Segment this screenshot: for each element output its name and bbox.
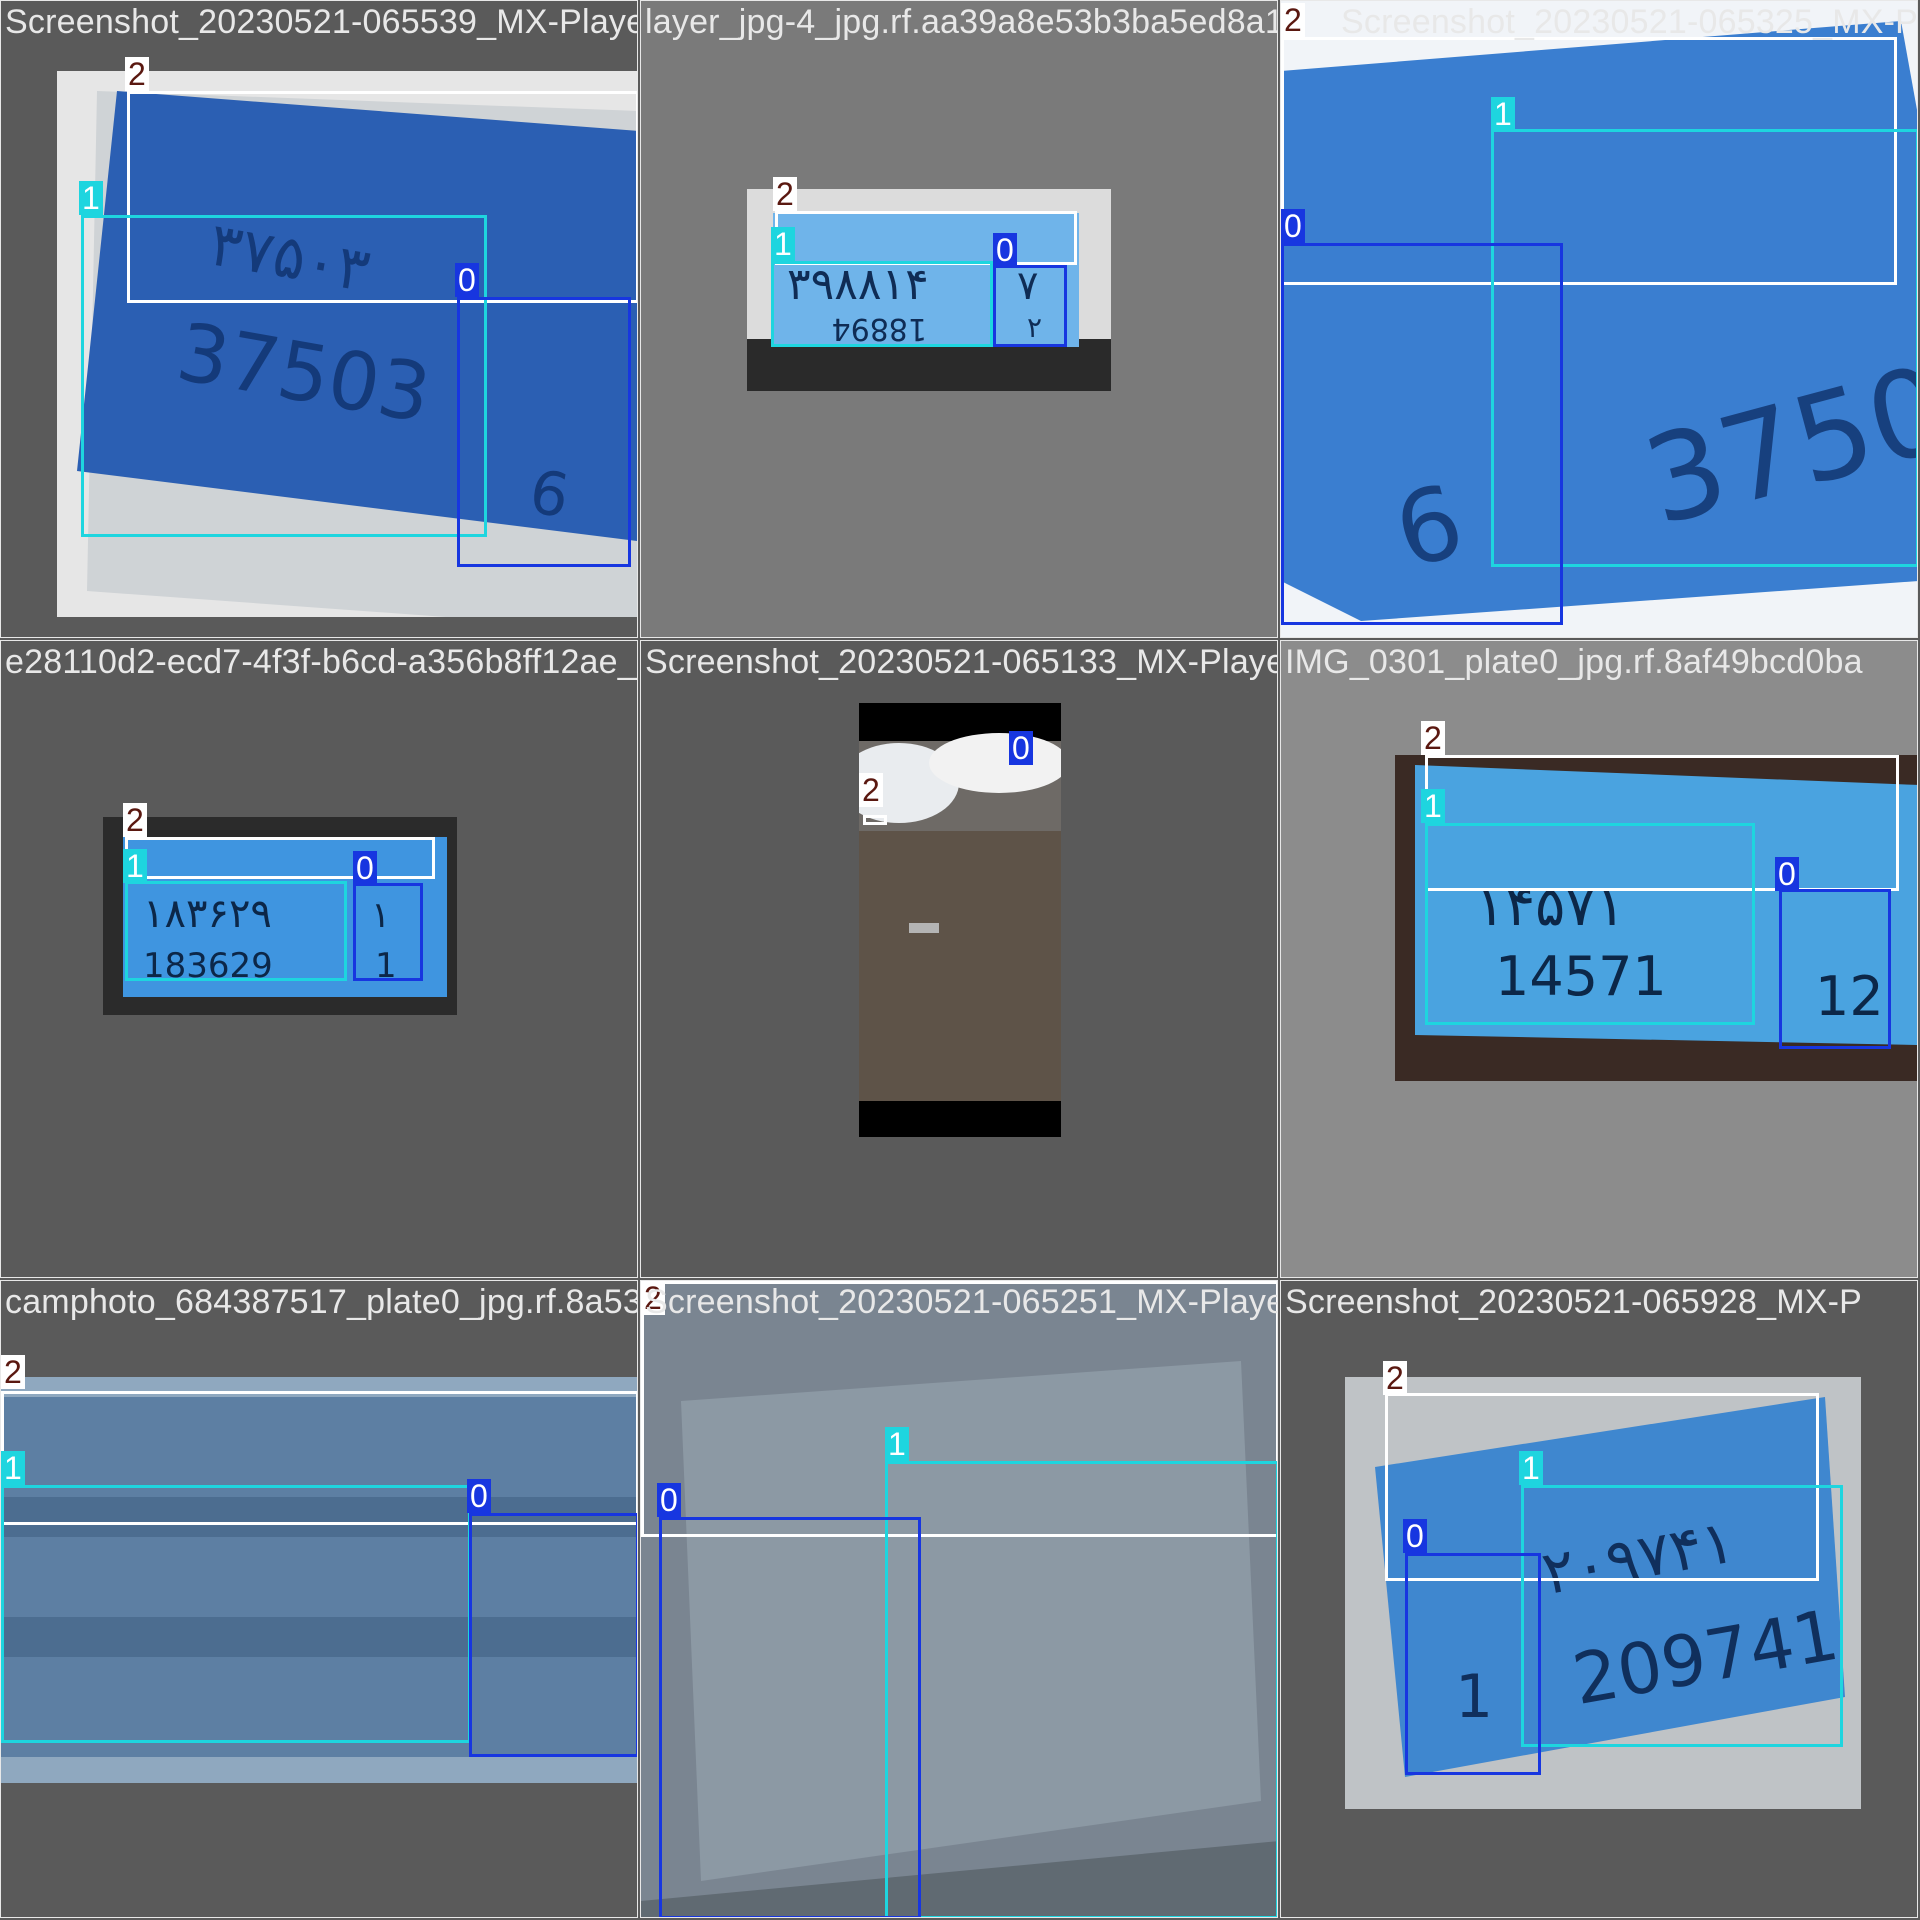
mosaic-tile: Screenshot_20230521-065251_MX-Player_jpg… — [640, 1280, 1278, 1918]
class-label-1: 1 — [885, 1427, 909, 1461]
street-image — [859, 703, 1061, 1137]
mosaic-tile: Screenshot_20230521-065133_MX-Player_jpg… — [640, 640, 1278, 1278]
mosaic-tile: camphoto_684387517_plate0_jpg.rf.8a53a98… — [0, 1280, 638, 1918]
bbox-class-0 — [469, 1513, 637, 1757]
class-label-0: 0 — [1009, 731, 1033, 765]
bbox-class-0 — [1779, 889, 1891, 1049]
tile-title: Screenshot_20230521-065133_MX-Player_jpg — [645, 643, 1278, 681]
bbox-class-1 — [1521, 1485, 1843, 1747]
class-label-0: 0 — [1775, 857, 1799, 891]
bbox-class-1 — [1, 1485, 471, 1743]
class-label-1: 1 — [79, 181, 103, 215]
bbox-class-0 — [993, 265, 1067, 347]
bbox-class-2 — [125, 837, 435, 879]
tile-title: IMG_0301_plate0_jpg.rf.8af49bcd0ba — [1285, 643, 1863, 681]
bbox-class-0 — [659, 1517, 921, 1917]
class-label-2: 2 — [1281, 3, 1305, 37]
bbox-class-0 — [353, 883, 423, 981]
class-label-0: 0 — [657, 1483, 681, 1517]
class-label-1: 1 — [1491, 97, 1515, 131]
class-label-2: 2 — [773, 177, 797, 211]
class-label-1: 1 — [1, 1451, 25, 1485]
mosaic-tile: 37503 6 Screenshot_20230521-065325_MX-P … — [1280, 0, 1918, 638]
class-label-1: 1 — [123, 849, 147, 883]
tile-title: camphoto_684387517_plate0_jpg.rf.8a53a98… — [5, 1283, 637, 1321]
tile-title: layer_jpg-4_jpg.rf.aa39a8e53b3ba5ed8a1e4… — [645, 3, 1277, 41]
tile-title: Screenshot_20230521-065325_MX-P — [1341, 3, 1918, 41]
class-label-1: 1 — [1421, 789, 1445, 823]
bbox-class-1 — [885, 1461, 1277, 1917]
bbox-class-1 — [771, 261, 993, 347]
bbox-class-2 — [863, 815, 887, 825]
class-label-1: 1 — [771, 227, 795, 261]
class-label-2: 2 — [1, 1355, 25, 1389]
bbox-class-0 — [1405, 1553, 1541, 1775]
bbox-class-1 — [1425, 823, 1755, 1025]
class-label-0: 0 — [353, 851, 377, 885]
bbox-class-1 — [125, 881, 347, 981]
mosaic-tile: ۲۰۹۷۴۱ 209741 1 Screenshot_20230521-0659… — [1280, 1280, 1918, 1918]
mosaic-tile: 37503 6 ۳۷۵۰۳ Screenshot_20230521-065539… — [0, 0, 638, 638]
mosaic-tile: ۱۴۵۷۱ 14571 12 IMG_0301_plate0_jpg.rf.8a… — [1280, 640, 1918, 1278]
class-label-2: 2 — [123, 803, 147, 837]
class-label-2: 2 — [125, 57, 149, 91]
tile-title: e28110d2-ecd7-4f3f-b6cd-a356b8ff12ae_pla… — [5, 643, 637, 681]
tile-title: Screenshot_20230521-065928_MX-P — [1285, 1283, 1863, 1321]
class-label-1: 1 — [1519, 1451, 1543, 1485]
bbox-class-1 — [81, 215, 487, 537]
class-label-2: 2 — [1421, 721, 1445, 755]
mosaic-tile: ۳۹۸۸۱۴ 18894 ۷ ۲ layer_jpg-4_jpg.rf.aa39… — [640, 0, 1278, 638]
bbox-class-0 — [1281, 243, 1563, 625]
bbox-class-2 — [775, 211, 1077, 265]
tile-title: Screenshot_20230521-065251_MX-Player_jpg — [645, 1283, 1278, 1321]
class-label-0: 0 — [455, 263, 479, 297]
class-label-0: 0 — [993, 233, 1017, 267]
class-label-0: 0 — [1281, 209, 1305, 243]
bbox-class-0 — [457, 297, 631, 567]
class-label-0: 0 — [1403, 1519, 1427, 1553]
class-label-0: 0 — [467, 1479, 491, 1513]
tile-title: Screenshot_20230521-065539_MX-Player_jpg… — [5, 3, 637, 41]
mosaic-tile: ۱۸۳۶۲۹ 183629 ۱ 1 e28110d2-ecd7-4f3f-b6c… — [0, 640, 638, 1278]
mosaic-grid: 37503 6 ۳۷۵۰۳ Screenshot_20230521-065539… — [0, 0, 1920, 1920]
class-label-2: 2 — [1383, 1361, 1407, 1395]
class-label-2: 2 — [859, 773, 883, 807]
